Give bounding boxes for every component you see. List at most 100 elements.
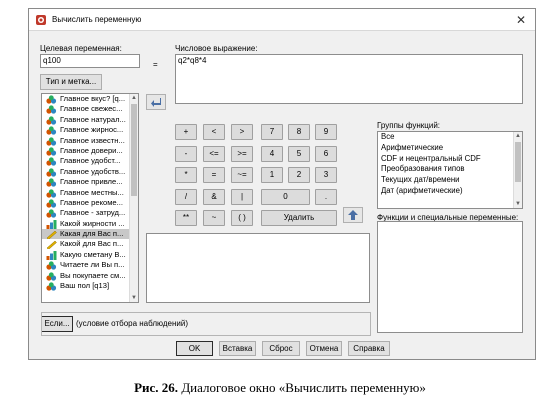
variable-list-item[interactable]: Какой жирности ...: [42, 219, 138, 229]
variable-label: Главное привле...: [60, 177, 123, 187]
move-to-expression-button[interactable]: [146, 94, 166, 110]
function-group-item[interactable]: Дат (арифметические): [378, 186, 522, 197]
keypad-button[interactable]: .: [315, 189, 337, 205]
nominal-icon: [46, 126, 57, 135]
function-group-item[interactable]: Все: [378, 132, 522, 143]
variable-list-item[interactable]: Вы покупаете см...: [42, 271, 138, 281]
keypad-button[interactable]: ( ): [231, 210, 253, 226]
scroll-down-icon[interactable]: ▼: [130, 294, 138, 302]
variable-list-item[interactable]: Главное привле...: [42, 177, 138, 187]
scroll-up-icon[interactable]: ▲: [514, 132, 522, 140]
delete-button[interactable]: Удалить: [261, 210, 337, 226]
variable-list-item[interactable]: Главное известн...: [42, 136, 138, 146]
nominal-icon: [46, 188, 57, 198]
variable-list-item[interactable]: Главное жирнос...: [42, 125, 138, 135]
caption-text: Диалоговое окно «Вычислить переменную»: [178, 380, 426, 395]
help-button[interactable]: Справка: [348, 341, 390, 356]
keypad-button[interactable]: |: [231, 189, 253, 205]
keypad-button[interactable]: ~: [203, 210, 225, 226]
keypad-button[interactable]: <: [203, 124, 225, 140]
variable-list-scrollbar[interactable]: ▲ ▼: [129, 94, 138, 302]
arrow-up-icon: [348, 210, 358, 220]
variable-list-item[interactable]: Главное довери...: [42, 146, 138, 156]
nominal-icon: [46, 116, 57, 125]
variable-label: Главное известн...: [60, 135, 125, 145]
target-variable-input[interactable]: q100: [40, 54, 140, 68]
nominal-icon: [46, 272, 57, 281]
keypad-button[interactable]: <=: [203, 146, 225, 162]
ok-button[interactable]: OK: [176, 341, 213, 356]
function-group-item[interactable]: CDF и нецентральный CDF: [378, 154, 522, 165]
keypad-button[interactable]: /: [175, 189, 197, 205]
variable-list[interactable]: Главное вкус? [q... Главное свежес... Глав…: [41, 93, 139, 303]
variable-list-item[interactable]: Какая для Вас п...: [42, 229, 138, 240]
caption-number: Рис. 26.: [134, 380, 179, 395]
keypad-button[interactable]: 0: [261, 189, 310, 205]
keypad-button[interactable]: -: [175, 146, 197, 162]
variable-list-item[interactable]: Главное свежес...: [42, 104, 138, 114]
type-and-label-button[interactable]: Тип и метка...: [40, 74, 102, 90]
keypad-button[interactable]: 2: [288, 167, 310, 183]
target-variable-label: Целевая переменная:: [40, 44, 122, 53]
variable-list-item[interactable]: Главное - затруд...: [42, 208, 138, 218]
function-group-item[interactable]: Преобразования типов: [378, 164, 522, 175]
close-icon[interactable]: ✕: [513, 12, 529, 28]
variable-list-item[interactable]: Какую сметану В...: [42, 250, 138, 260]
variable-label: Читаете ли Вы п...: [60, 260, 125, 270]
keypad-button[interactable]: **: [175, 210, 197, 226]
special-functions-list[interactable]: [377, 221, 523, 333]
keypad-button[interactable]: >: [231, 124, 253, 140]
keypad-button[interactable]: ~=: [231, 167, 253, 183]
nominal-icon: [46, 105, 57, 114]
function-groups-list[interactable]: Все Арифметические CDF и нецентральный CDF…: [377, 131, 523, 209]
scroll-thumb[interactable]: [515, 142, 521, 182]
keypad-button[interactable]: 8: [288, 124, 310, 140]
cancel-button[interactable]: Отмена: [306, 341, 342, 356]
keypad-button[interactable]: 7: [261, 124, 283, 140]
keypad-button[interactable]: 9: [315, 124, 337, 140]
variable-list-item[interactable]: Какой для Вас п...: [42, 239, 138, 250]
variable-list-item[interactable]: Главное рекоме...: [42, 198, 138, 208]
variable-label: Какую сметану В...: [60, 249, 126, 259]
nominal-icon: [46, 136, 57, 146]
variable-list-item[interactable]: Главное удобст...: [42, 156, 138, 166]
keypad-button[interactable]: 6: [315, 146, 337, 162]
keypad-button[interactable]: >=: [231, 146, 253, 162]
reset-button[interactable]: Сброс: [262, 341, 300, 356]
variable-label: Какая для Вас п...: [60, 229, 124, 239]
scroll-thumb[interactable]: [131, 104, 137, 196]
function-group-item[interactable]: Арифметические: [378, 143, 522, 154]
paste-button[interactable]: Вставка: [219, 341, 256, 356]
variable-label: Главное довери...: [60, 145, 123, 155]
function-group-item[interactable]: Текущих дат/времени: [378, 175, 522, 186]
nominal-icon: [46, 147, 57, 156]
variable-list-item[interactable]: Главное местны...: [42, 188, 138, 198]
variable-list-item[interactable]: Читаете ли Вы п...: [42, 260, 138, 270]
keypad-button[interactable]: 4: [261, 146, 283, 162]
variable-label: Какой для Вас п...: [60, 239, 124, 249]
keypad-button[interactable]: 5: [288, 146, 310, 162]
move-function-up-button[interactable]: [343, 207, 363, 223]
nominal-icon: [46, 95, 57, 104]
keypad-button[interactable]: =: [203, 167, 225, 183]
keypad-button[interactable]: &: [203, 189, 225, 205]
variable-list-item[interactable]: Ваш пол [q13]: [42, 281, 138, 291]
keypad-button[interactable]: 3: [315, 167, 337, 183]
scroll-down-icon[interactable]: ▼: [514, 200, 522, 208]
keypad-button[interactable]: 1: [261, 167, 283, 183]
variable-label: Главное свежес...: [60, 104, 123, 114]
scroll-up-icon[interactable]: ▲: [130, 94, 138, 102]
numeric-expression-input[interactable]: q2*q8*4: [175, 54, 523, 104]
keypad-button[interactable]: *: [175, 167, 197, 183]
variable-list-item[interactable]: Главное натурал...: [42, 115, 138, 125]
expression-preview-box: [146, 233, 370, 303]
variable-list-item[interactable]: Главное удобств...: [42, 167, 138, 177]
figure-caption: Рис. 26. Диалоговое окно «Вычислить пере…: [0, 380, 560, 396]
function-groups-scrollbar[interactable]: ▲ ▼: [513, 132, 522, 208]
variable-label: Главное натурал...: [60, 114, 126, 124]
variable-label: Главное жирнос...: [60, 125, 124, 135]
ordinal-icon: [46, 250, 57, 260]
nominal-icon: [46, 261, 57, 270]
keypad-button[interactable]: +: [175, 124, 197, 140]
variable-list-item[interactable]: Главное вкус? [q...: [42, 94, 138, 104]
